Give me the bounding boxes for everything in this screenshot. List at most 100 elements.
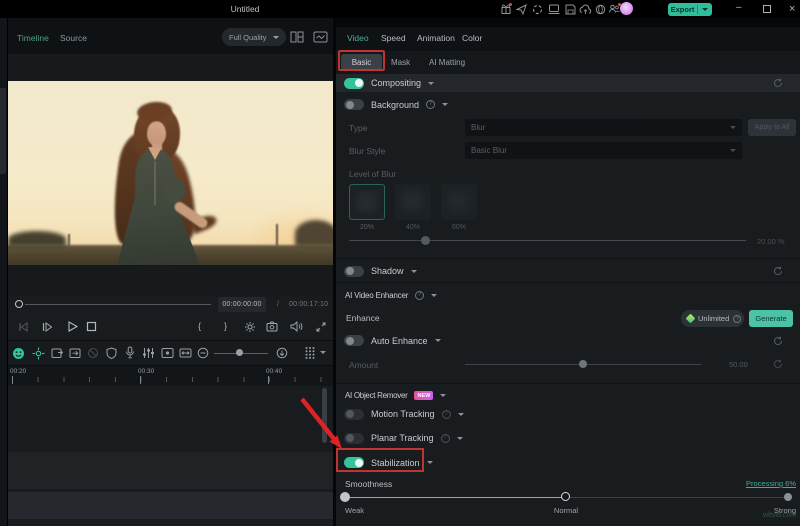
- generate-button[interactable]: Generate: [749, 310, 793, 327]
- play-icon[interactable]: [66, 320, 79, 333]
- shadow-reset-icon[interactable]: [773, 266, 783, 276]
- shield-tool-icon[interactable]: [106, 347, 117, 359]
- processing-link[interactable]: Processing 6%: [700, 479, 796, 488]
- smoothness-weak-label: Weak: [345, 506, 364, 515]
- disabled-link-icon[interactable]: [87, 347, 99, 359]
- object-remover-caret-icon[interactable]: [440, 394, 446, 397]
- mixer-tool-icon[interactable]: [142, 347, 155, 359]
- compositing-reset-icon[interactable]: [773, 78, 783, 88]
- background-toggle[interactable]: [344, 99, 364, 110]
- seek-handle[interactable]: [15, 300, 23, 308]
- save-icon[interactable]: [565, 4, 576, 15]
- stop-icon[interactable]: [86, 321, 97, 332]
- globe-icon[interactable]: [595, 4, 606, 15]
- track-manager-icon[interactable]: [304, 346, 316, 360]
- shadow-caret-icon[interactable]: [411, 270, 417, 273]
- transform-tool-icon[interactable]: [32, 347, 45, 360]
- planar-tracking-caret-icon[interactable]: [457, 437, 463, 440]
- stabilization-caret-icon[interactable]: [427, 461, 433, 464]
- export-caret-icon: [702, 8, 708, 11]
- auto-enhance-row[interactable]: Auto Enhance: [336, 332, 800, 349]
- device-icon[interactable]: [548, 4, 560, 15]
- unlimited-label: Unlimited: [698, 314, 729, 323]
- auto-enhance-caret-icon[interactable]: [435, 339, 441, 342]
- smoothness-handle[interactable]: [340, 492, 350, 502]
- shadow-toggle[interactable]: [344, 266, 364, 277]
- bush-left: [8, 231, 66, 247]
- volume-icon[interactable]: [290, 321, 303, 332]
- mic-tool-icon[interactable]: [125, 346, 135, 359]
- toolbar-caret-icon[interactable]: [320, 351, 326, 354]
- planar-tracking-row[interactable]: Planar Tracking ?: [336, 430, 800, 446]
- mark-out-icon[interactable]: }: [224, 321, 227, 332]
- sticker-tool-icon[interactable]: [12, 347, 25, 360]
- prev-frame-icon[interactable]: [17, 321, 29, 333]
- avatar[interactable]: [620, 2, 633, 15]
- unlimited-help-icon[interactable]: ?: [733, 315, 741, 323]
- object-remover-row[interactable]: AI Object Remover NEW: [336, 388, 800, 403]
- shadow-row[interactable]: Shadow: [336, 262, 800, 280]
- layout-grid-icon[interactable]: [290, 31, 304, 43]
- pole: [276, 224, 278, 246]
- tab-animation[interactable]: Animation: [417, 33, 455, 43]
- tab-video[interactable]: Video: [347, 33, 369, 43]
- planar-tracking-help-icon[interactable]: ?: [441, 434, 450, 443]
- zoom-out-icon[interactable]: [197, 347, 209, 359]
- background-row[interactable]: Background ?: [336, 96, 800, 113]
- amount-slider-handle[interactable]: [579, 360, 587, 368]
- track-lane-1[interactable]: [8, 452, 333, 489]
- motion-tracking-row[interactable]: Motion Tracking ?: [336, 406, 800, 422]
- timeline-ruler[interactable]: [8, 366, 333, 386]
- seek-track[interactable]: [25, 304, 211, 305]
- background-help-icon[interactable]: ?: [426, 100, 435, 109]
- scope-monitor-icon[interactable]: [313, 31, 328, 43]
- minimize-button[interactable]: –: [736, 2, 742, 13]
- unlimited-pill[interactable]: Unlimited ?: [681, 310, 744, 327]
- fullscreen-icon[interactable]: [315, 321, 327, 333]
- auto-enhance-reset-icon[interactable]: [773, 336, 783, 346]
- spinner-icon[interactable]: [532, 4, 543, 15]
- background-caret-icon[interactable]: [442, 103, 448, 106]
- subtab-ai-matting[interactable]: AI Matting: [429, 58, 465, 67]
- quality-dropdown[interactable]: Full Quality: [222, 28, 286, 46]
- amount-reset-icon[interactable]: [773, 359, 783, 369]
- cloud-upload-icon[interactable]: [579, 4, 592, 15]
- track-lane-2[interactable]: [8, 492, 333, 519]
- ripple-edit-icon[interactable]: [179, 347, 192, 359]
- zoom-slider-handle[interactable]: [236, 349, 243, 356]
- snapshot-icon[interactable]: [266, 321, 278, 332]
- next-frame-icon[interactable]: [41, 321, 53, 333]
- zoom-fit-icon[interactable]: [276, 347, 288, 359]
- compositing-caret-icon[interactable]: [428, 82, 434, 85]
- planar-tracking-label: Planar Tracking: [371, 433, 434, 443]
- mark-in-icon[interactable]: {: [198, 321, 201, 332]
- tab-color[interactable]: Color: [462, 33, 482, 43]
- screen-record-icon[interactable]: [161, 347, 174, 359]
- smoothness-mid-marker[interactable]: [561, 492, 570, 501]
- ai-enhancer-row[interactable]: AI Video Enhancer ?: [336, 287, 800, 303]
- separator-1: [336, 258, 800, 259]
- auto-enhance-toggle[interactable]: [344, 335, 364, 346]
- close-button[interactable]: ×: [789, 3, 795, 15]
- compositing-toggle[interactable]: [344, 78, 364, 89]
- ai-enhancer-help-icon[interactable]: ?: [415, 291, 424, 300]
- app-window: Untitled Export – × Timeline Source Full…: [0, 0, 800, 526]
- export-button[interactable]: Export: [668, 3, 712, 16]
- compositing-row[interactable]: Compositing: [336, 74, 800, 92]
- left-edge-panel-block: [0, 88, 6, 174]
- gift-icon[interactable]: [500, 3, 512, 15]
- maximize-button[interactable]: [763, 5, 771, 13]
- tab-timeline[interactable]: Timeline: [17, 33, 49, 43]
- tab-speed[interactable]: Speed: [381, 33, 406, 43]
- smoothness-end-marker[interactable]: [784, 493, 792, 501]
- share-icon[interactable]: [516, 4, 527, 15]
- motion-tracking-caret-icon[interactable]: [458, 413, 464, 416]
- motion-tracking-help-icon[interactable]: ?: [442, 410, 451, 419]
- annotation-arrow: [295, 392, 355, 458]
- ai-enhancer-caret-icon[interactable]: [431, 294, 437, 297]
- subtab-mask[interactable]: Mask: [391, 58, 410, 67]
- export-clip-icon[interactable]: [51, 347, 64, 359]
- import-clip-icon[interactable]: [69, 347, 82, 359]
- tab-source[interactable]: Source: [60, 33, 87, 43]
- render-settings-icon[interactable]: [244, 321, 257, 333]
